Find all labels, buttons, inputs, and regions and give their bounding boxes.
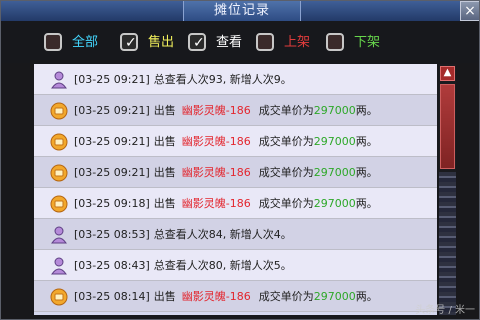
record-text: [03-25 09:18] 出售 幽影灵魄-186 成交单价为297000两。 [74,188,378,219]
record-text: [03-25 08:14] 出售 幽影灵魄-186 成交单价为297000两。 [74,281,378,312]
record-message: 总查看人次84, 新增人次4。 [153,228,292,241]
record-time: [03-25 09:21] [74,135,150,148]
price-suffix: 两。 [355,290,378,303]
orange-coin-icon [50,133,68,151]
record-text: [03-25 08:53] 总查看人次84, 新增人次4。 [74,219,292,250]
left-frame [1,63,34,319]
close-button[interactable]: × [460,1,479,21]
record-row[interactable]: [03-25 09:18] 出售 幽影灵魄-186 成交单价为297000两。 [34,188,437,219]
record-time: [03-25 09:18] [74,197,150,210]
record-text: [03-25 09:21] 出售 幽影灵魄-186 成交单价为297000两。 [74,126,378,157]
item-name: 幽影灵魄-186 [181,135,251,148]
price-suffix: 两。 [355,166,378,179]
window-title: 摊位记录 [183,1,301,21]
record-action: 出售 [153,104,176,117]
record-text: [03-25 09:21] 出售 幽影灵魄-186 成交单价为297000两。 [74,95,378,126]
filter-sold-label: 售出 [148,35,175,50]
record-row[interactable]: [03-25 09:21] 出售 幽影灵魄-186 成交单价为297000两。 [34,95,437,126]
record-row[interactable]: [03-25 08:14] 出售 幽影灵魄-186 成交单价为297000两。 [34,281,437,312]
price-value: 297000 [313,135,356,148]
record-message: 总查看人次80, 新增人次5。 [153,259,292,272]
record-action: 出售 [153,166,176,179]
price-suffix: 两。 [355,135,378,148]
record-row[interactable]: [03-25 08:53] 总查看人次84, 新增人次4。 [34,219,437,250]
record-row[interactable]: [03-25 09:21] 出售 幽影灵魄-186 成交单价为297000两。 [34,157,437,188]
record-row[interactable]: [03-25 08:43] 总查看人次80, 新增人次5。 [34,250,437,281]
record-text: [03-25 09:21] 总查看人次93, 新增人次9。 [74,64,292,95]
item-name: 幽影灵魄-186 [181,197,251,210]
scroll-up-button[interactable]: ▲ [440,66,455,81]
filter-delisted-label: 下架 [354,35,381,50]
record-time: [03-25 08:14] [74,290,150,303]
filter-view-label: 查看 [216,35,243,50]
purple-person-icon [51,71,67,89]
record-time: [03-25 09:21] [74,104,150,117]
record-row[interactable]: [03-25 09:21] 总查看人次93, 新增人次9。 [34,64,437,95]
record-action: 出售 [153,290,176,303]
price-prefix: 成交单价为 [258,104,314,117]
scroll-track[interactable] [439,172,456,315]
price-value: 297000 [313,197,356,210]
price-prefix: 成交单价为 [258,290,314,303]
checkbox-all[interactable] [44,33,62,51]
checkbox-listed[interactable] [256,33,274,51]
checkbox-view[interactable]: ✓ [188,33,206,51]
orange-coin-icon [50,164,68,182]
item-name: 幽影灵魄-186 [181,104,251,117]
checkmark-icon: ✓ [193,35,205,51]
price-prefix: 成交单价为 [258,166,314,179]
record-action: 出售 [153,135,176,148]
record-text: [03-25 08:43] 总查看人次80, 新增人次5。 [74,250,292,281]
item-name: 幽影灵魄-186 [181,166,251,179]
price-value: 297000 [313,290,356,303]
record-row[interactable]: [03-25 09:21] 出售 幽影灵魄-186 成交单价为297000两。 [34,126,437,157]
orange-coin-icon [50,288,68,306]
orange-coin-icon [50,102,68,120]
purple-person-icon [51,226,67,244]
record-text: [03-25 09:21] 出售 幽影灵魄-186 成交单价为297000两。 [74,157,378,188]
checkbox-sold[interactable]: ✓ [120,33,138,51]
record-time: [03-25 08:53] [74,228,150,241]
record-action: 出售 [153,197,176,210]
purple-person-icon [51,257,67,275]
stall-record-window: 摊位记录 × 全部 ✓ 售出 ✓ 查看 上架 下架 [03-25 09:21] … [0,0,480,320]
record-time: [03-25 08:43] [74,259,150,272]
item-name: 幽影灵魄-186 [181,290,251,303]
price-prefix: 成交单价为 [258,135,314,148]
filter-listed-label: 上架 [284,35,311,50]
checkmark-icon: ✓ [125,35,137,51]
orange-coin-icon [50,195,68,213]
price-suffix: 两。 [355,197,378,210]
price-value: 297000 [313,166,356,179]
price-value: 297000 [313,104,356,117]
watermark: 头条号 / 米一 [415,305,475,316]
close-icon: × [464,3,476,19]
record-scrollbar[interactable]: ▲ [439,64,456,315]
record-time: [03-25 09:21] [74,73,150,86]
checkbox-delisted[interactable] [326,33,344,51]
record-message: 总查看人次93, 新增人次9。 [153,73,292,86]
price-suffix: 两。 [355,104,378,117]
record-time: [03-25 09:21] [74,166,150,179]
filter-all-label: 全部 [72,35,99,50]
price-prefix: 成交单价为 [258,197,314,210]
scroll-thumb[interactable] [440,84,455,169]
window-titlebar: 摊位记录 × [1,1,479,22]
scroll-up-icon: ▲ [443,67,452,78]
record-list: [03-25 09:21] 总查看人次93, 新增人次9。 [03-25 09:2… [34,64,437,315]
right-frame [456,63,479,319]
filter-bar: 全部 ✓ 售出 ✓ 查看 上架 下架 [1,21,479,63]
